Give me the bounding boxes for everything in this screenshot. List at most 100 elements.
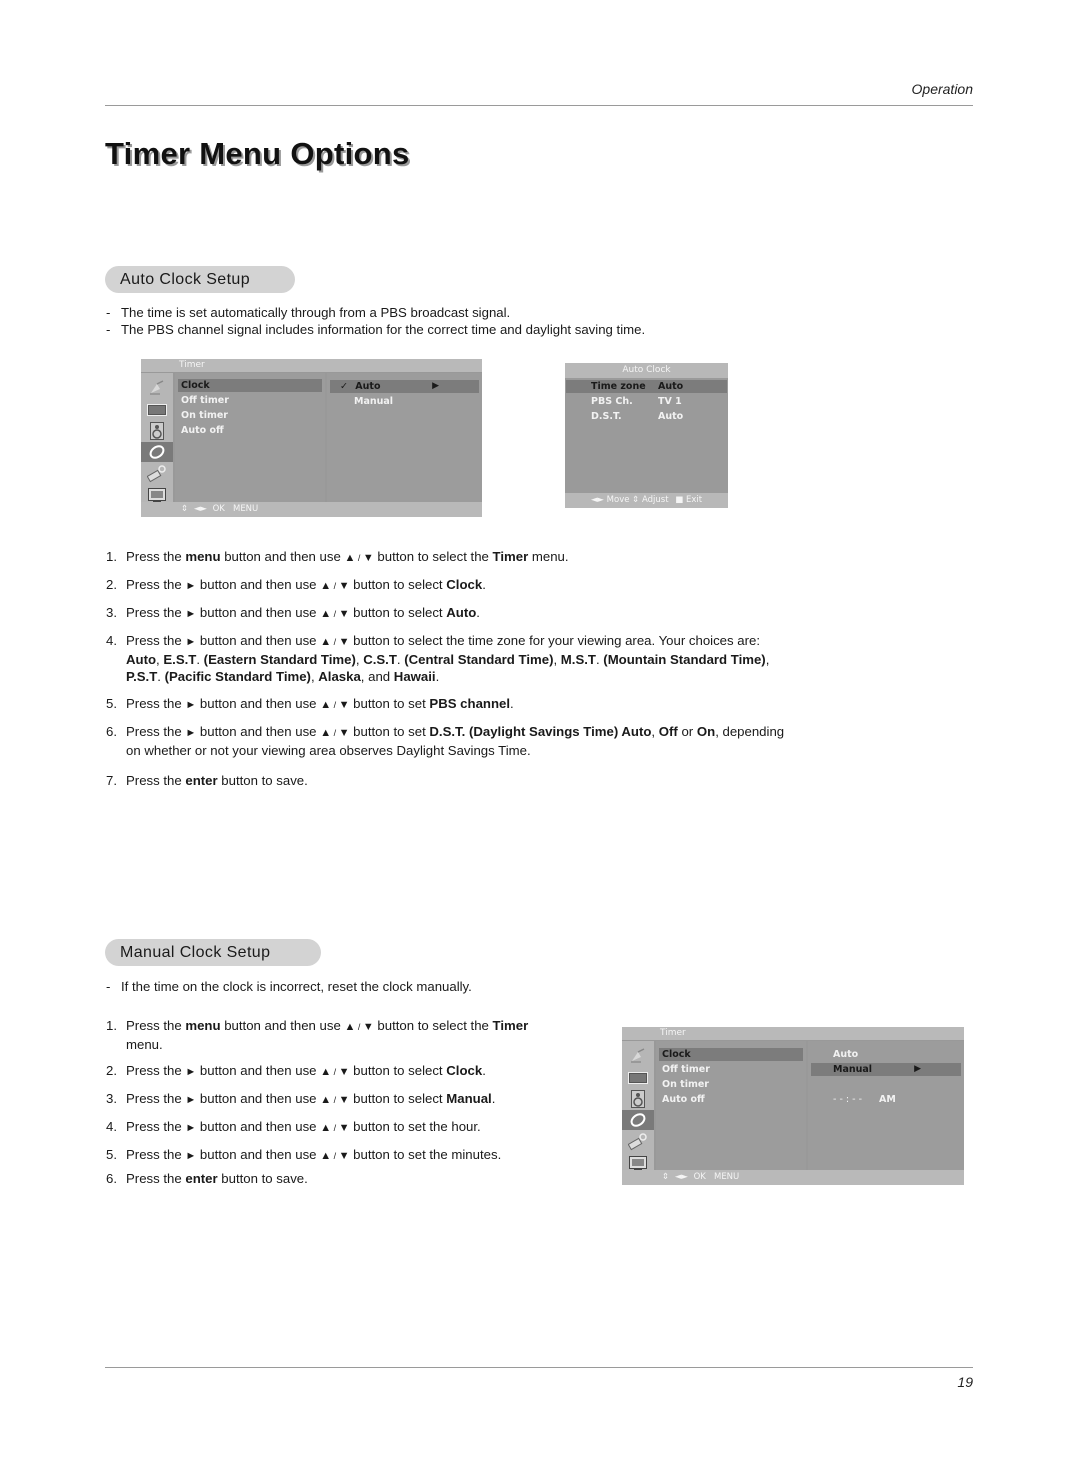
step-number: 5. — [106, 1147, 117, 1162]
osd-footer: ⇕ ◄► OK MENU — [622, 1170, 964, 1185]
picture-icon — [625, 1068, 651, 1088]
osd-menu-item-auto-off[interactable]: Auto off — [659, 1093, 803, 1106]
page-title: Timer Menu Options — [105, 136, 410, 171]
bullet-item: - The PBS channel signal includes informa… — [106, 322, 646, 337]
step-item: 1. Press the menu button and then use ▲ /… — [106, 1017, 528, 1053]
step-text: Press the ► button and then use ▲ / ▼ bu… — [126, 605, 480, 620]
osd-menu-item-clock[interactable]: Clock — [178, 379, 322, 392]
up-down-icon: ⇕ — [181, 504, 189, 514]
osd-footer: ◄► Move ⇕ Adjust ■ Exit — [565, 493, 728, 508]
step-number: 2. — [106, 577, 117, 592]
down-triangle-icon: ▼ — [338, 699, 350, 711]
osd-title: Timer — [622, 1027, 964, 1040]
left-right-icon: ◄► — [674, 1172, 688, 1182]
up-triangle-icon: ▲ — [320, 1094, 332, 1106]
step-number: 7. — [106, 773, 117, 788]
up-triangle-icon: ▲ — [320, 580, 332, 592]
step-text: Press the ► button and then use ▲ / ▼ bu… — [126, 1119, 481, 1134]
osd-menu-item-off-timer[interactable]: Off timer — [659, 1063, 803, 1076]
step-item: 7. Press the enter button to save. — [106, 772, 308, 789]
up-triangle-icon: ▲ — [320, 1150, 332, 1162]
header-rule — [105, 105, 973, 106]
osd-row-time-zone[interactable]: Time zone Auto — [566, 380, 727, 393]
step-number: 6. — [106, 1171, 117, 1186]
manual-clock-heading: Manual Clock Setup — [105, 939, 321, 966]
auto-clock-heading: Auto Clock Setup — [105, 266, 295, 293]
step-text: Press the ► button and then use ▲ / ▼ bu… — [126, 724, 785, 758]
left-right-icon: ◄► — [193, 504, 207, 514]
osd-menu-list: Clock Off timer On timer Auto off — [175, 373, 325, 502]
osd-option-auto[interactable]: ✓ Auto ▶ — [330, 380, 479, 393]
down-triangle-icon: ▼ — [338, 580, 350, 592]
antenna-icon — [625, 1046, 651, 1066]
down-triangle-icon: ▼ — [362, 1021, 374, 1033]
step-text: Press the ► button and then use ▲ / ▼ bu… — [126, 577, 486, 592]
right-triangle-icon: ► — [185, 1150, 197, 1162]
step-number: 1. — [106, 1018, 117, 1033]
auto-clock-menu-osd: Auto Clock Time zone Auto PBS Ch. TV 1 D… — [565, 363, 728, 508]
step-number: 3. — [106, 605, 117, 620]
osd-menu-item-on-timer[interactable]: On timer — [659, 1078, 803, 1091]
osd-icon-column — [141, 373, 173, 503]
osd-time-display[interactable]: - - : - - AM — [811, 1093, 961, 1106]
down-triangle-icon: ▼ — [338, 1066, 350, 1078]
down-triangle-icon: ▼ — [362, 552, 374, 564]
step-number: 4. — [106, 633, 117, 648]
right-triangle-icon: ► — [185, 699, 197, 711]
up-down-icon: ⇕ — [662, 1172, 670, 1182]
osd-option-manual[interactable]: Manual — [330, 395, 479, 408]
timer-icon — [622, 1110, 654, 1130]
bullet-item: - If the time on the clock is incorrect, … — [106, 979, 472, 994]
step-item: 2. Press the ► button and then use ▲ / ▼ … — [106, 1062, 486, 1081]
right-triangle-icon: ► — [185, 608, 197, 620]
step-item: 5. Press the ► button and then use ▲ / ▼ … — [106, 695, 514, 714]
step-text: Press the ► button and then use ▲ / ▼ bu… — [126, 1147, 502, 1162]
right-triangle-icon: ► — [185, 1066, 197, 1078]
right-arrow-icon: ▶ — [914, 1064, 921, 1074]
osd-title: Timer — [141, 359, 482, 372]
step-item: 4. Press the ► button and then use ▲ / ▼ … — [106, 632, 769, 685]
step-item: 4. Press the ► button and then use ▲ / ▼ … — [106, 1118, 481, 1137]
osd-menu-item-on-timer[interactable]: On timer — [178, 409, 322, 422]
up-triangle-icon: ▲ — [344, 1021, 356, 1033]
picture-icon — [144, 400, 170, 420]
bullet-item: - The time is set automatically through f… — [106, 305, 511, 320]
osd-icon-column — [622, 1041, 654, 1171]
osd-menu-item-off-timer[interactable]: Off timer — [178, 394, 322, 407]
step-number: 5. — [106, 696, 117, 711]
header-section-label: Operation — [911, 81, 973, 97]
manual-clock-bullets: - If the time on the clock is incorrect, … — [106, 978, 472, 995]
speaker-icon — [625, 1089, 651, 1109]
step-text: Press the ► button and then use ▲ / ▼ bu… — [126, 1063, 486, 1078]
check-icon: ✓ — [340, 381, 348, 392]
step-number: 4. — [106, 1119, 117, 1134]
osd-footer: ⇕ ◄► OK MENU — [141, 502, 482, 517]
step-item: 6. Press the enter button to save. — [106, 1170, 308, 1187]
right-triangle-icon: ► — [185, 580, 197, 592]
osd-option-auto[interactable]: Auto — [811, 1048, 961, 1061]
right-triangle-icon: ► — [185, 1122, 197, 1134]
osd-title: Auto Clock — [565, 363, 728, 378]
settings-icon — [144, 464, 170, 484]
osd-menu-item-clock[interactable]: Clock — [659, 1048, 803, 1061]
step-text: Press the enter button to save. — [126, 773, 308, 788]
osd-row-dst[interactable]: D.S.T. Auto — [566, 410, 727, 423]
step-item: 3. Press the ► button and then use ▲ / ▼ … — [106, 1090, 495, 1109]
down-triangle-icon: ▼ — [338, 636, 350, 648]
down-triangle-icon: ▼ — [338, 727, 350, 739]
right-triangle-icon: ► — [185, 727, 197, 739]
step-item: 5. Press the ► button and then use ▲ / ▼ … — [106, 1146, 501, 1165]
auto-clock-bullets: - The time is set automatically through f… — [106, 304, 645, 338]
step-number: 3. — [106, 1091, 117, 1106]
osd-row-pbs-ch[interactable]: PBS Ch. TV 1 — [566, 395, 727, 408]
timer-menu-osd-auto: Timer Clock Off timer On timer Auto off … — [141, 359, 482, 517]
osd-option-manual[interactable]: Manual ▶ — [811, 1063, 961, 1076]
settings-icon — [625, 1132, 651, 1152]
page-number: 19 — [957, 1374, 973, 1390]
osd-menu-item-auto-off[interactable]: Auto off — [178, 424, 322, 437]
up-triangle-icon: ▲ — [344, 552, 356, 564]
down-triangle-icon: ▼ — [338, 608, 350, 620]
step-text: Press the menu button and then use ▲ / ▼… — [126, 549, 569, 564]
footer-rule — [105, 1367, 973, 1368]
up-triangle-icon: ▲ — [320, 608, 332, 620]
